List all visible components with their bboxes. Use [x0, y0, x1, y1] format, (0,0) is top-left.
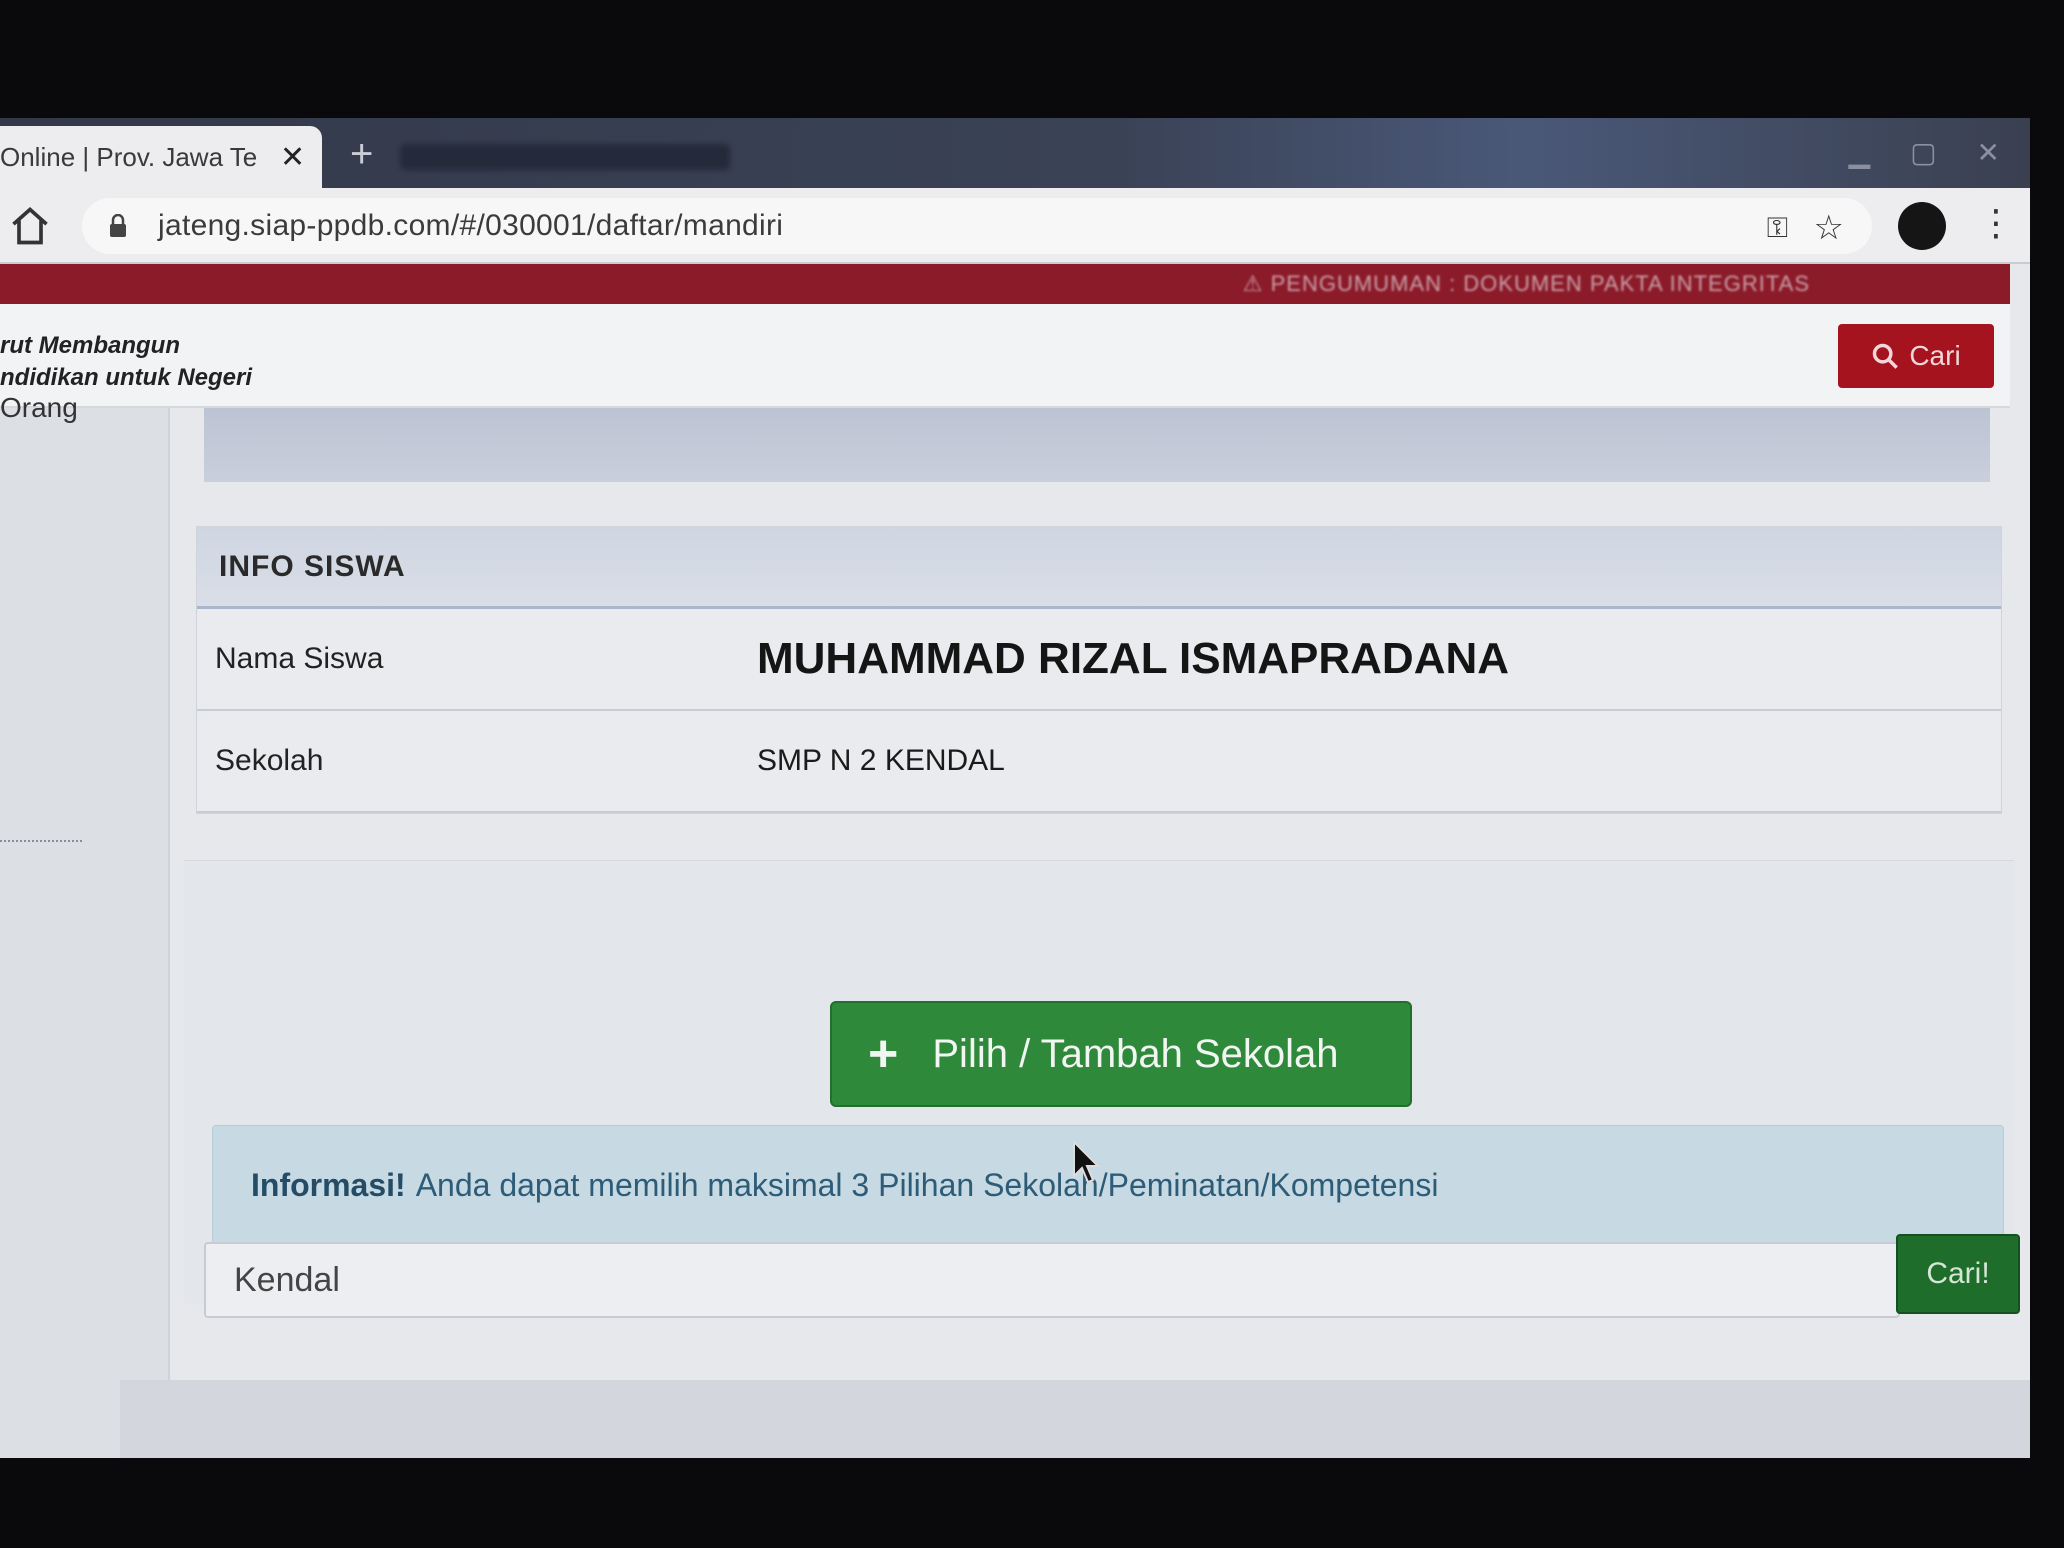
close-icon[interactable]: ✕	[280, 140, 305, 175]
announcement-text: ⚠ PENGUMUMAN : DOKUMEN PAKTA INTEGRITAS	[1242, 271, 1810, 296]
tab-active[interactable]: Online | Prov. Jawa Te ✕	[0, 126, 322, 188]
site-tagline: rut Membangun ndidikan untuk Negeri	[0, 330, 252, 394]
announcement-bar[interactable]: ⚠ PENGUMUMAN : DOKUMEN PAKTA INTEGRITAS	[0, 264, 2010, 304]
lock-icon	[110, 214, 126, 237]
search-icon	[1873, 343, 1899, 369]
tagline-line-1: rut Membangun	[0, 332, 180, 359]
url-text: jateng.siap-ppdb.com/#/030001/daftar/man…	[158, 209, 784, 242]
table-row: Sekolah SMP N 2 KENDAL	[197, 711, 2001, 813]
school-search-input[interactable]	[204, 1242, 1900, 1318]
address-bar: jateng.siap-ppdb.com/#/030001/daftar/man…	[0, 188, 2030, 264]
sidebar-partial-text: Orang	[0, 392, 78, 423]
star-icon[interactable]: ☆	[1814, 208, 1844, 248]
key-icon[interactable]: ⚿	[1767, 212, 1788, 245]
site-header: rut Membangun ndidikan untuk Negeri Cari	[0, 304, 2010, 408]
profile-avatar[interactable]	[1898, 202, 1946, 250]
info-alert: Informasi! Anda dapat memilih maksimal 3…	[212, 1125, 2004, 1245]
student-name-value: MUHAMMAD RIZAL ISMAPRADANA	[757, 634, 1510, 683]
info-siswa-title: INFO SISWA	[219, 549, 406, 583]
tab-inactive[interactable]	[400, 144, 730, 170]
new-tab-icon[interactable]: +	[350, 132, 373, 177]
window-controls: ▁ ▢ ✕	[1849, 136, 2000, 169]
home-icon[interactable]	[8, 204, 52, 248]
tagline-line-2: ndidikan untuk Negeri	[0, 364, 253, 391]
panel-footer-strip	[120, 1380, 2030, 1458]
alert-text: Anda dapat memilih maksimal 3 Pilihan Se…	[415, 1166, 1439, 1203]
add-school-button[interactable]: + Pilih / Tambah Sekolah	[830, 1001, 1412, 1107]
maximize-icon[interactable]: ▢	[1910, 136, 1936, 169]
more-menu-icon[interactable]: ⋮	[1978, 202, 2014, 244]
student-name-label: Nama Siswa	[215, 642, 384, 675]
minimize-icon[interactable]: ▁	[1849, 136, 1871, 169]
panel-header-strip	[204, 408, 1990, 482]
tab-bar: Online | Prov. Jawa Te ✕ + ▁ ▢ ✕	[0, 118, 2030, 188]
table-row: Nama Siswa MUHAMMAD RIZAL ISMAPRADANA	[197, 609, 2001, 711]
window-close-icon[interactable]: ✕	[1977, 136, 2000, 169]
tab-title: Online | Prov. Jawa Te	[0, 141, 258, 172]
school-value: SMP N 2 KENDAL	[757, 744, 1005, 777]
url-field[interactable]: jateng.siap-ppdb.com/#/030001/daftar/man…	[82, 198, 1872, 254]
plus-icon: +	[868, 1025, 899, 1083]
search-button-label: Cari	[1909, 340, 1961, 371]
sidebar: Orang	[0, 392, 170, 1458]
info-siswa-header: INFO SISWA	[197, 527, 2001, 609]
alert-strong: Informasi!	[251, 1166, 406, 1203]
mouse-cursor-icon	[1073, 1140, 1101, 1184]
school-search-button[interactable]: Cari!	[1896, 1234, 2020, 1314]
school-label: Sekolah	[215, 744, 324, 777]
browser-window: Online | Prov. Jawa Te ✕ + ▁ ▢ ✕ jateng.…	[0, 118, 2030, 1458]
sidebar-divider	[0, 840, 82, 842]
header-search-button[interactable]: Cari	[1838, 324, 1994, 388]
add-school-label: Pilih / Tambah Sekolah	[932, 1031, 1339, 1076]
info-siswa-card: INFO SISWA Nama Siswa MUHAMMAD RIZAL ISM…	[196, 526, 2002, 814]
school-search-row: Cari!	[204, 1234, 2022, 1324]
